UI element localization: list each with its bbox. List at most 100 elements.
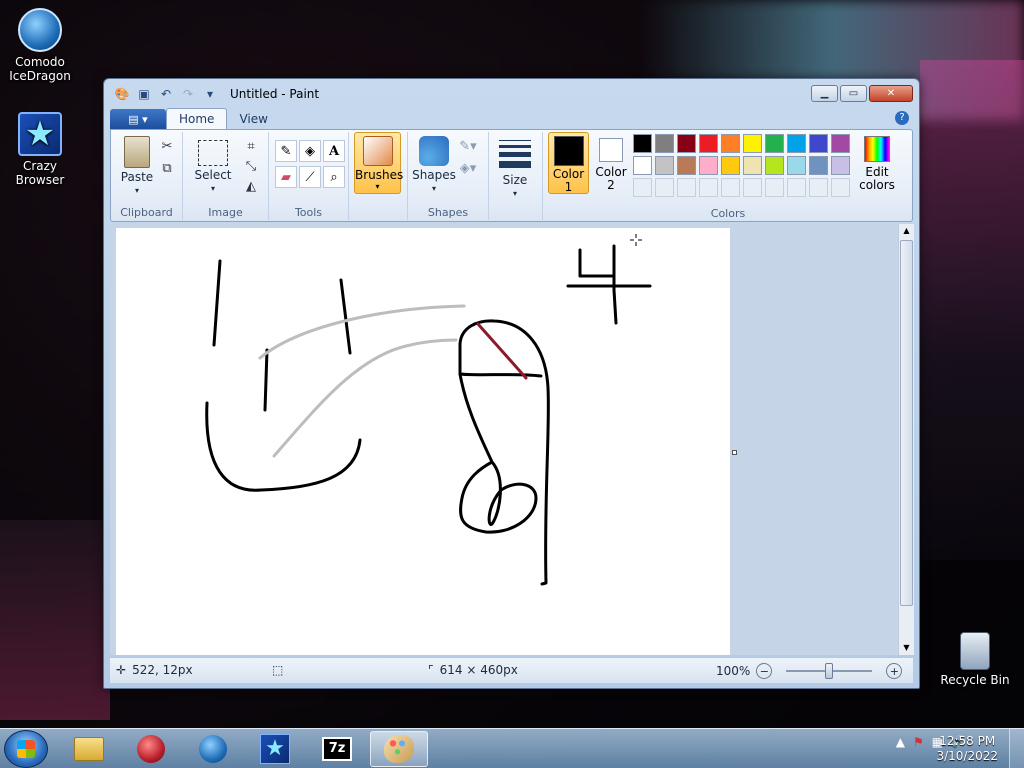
color2-button[interactable]: Color 2 [591,132,631,194]
cut-icon[interactable]: ✂ [157,136,177,156]
status-bar: ✛ 522, 12px ⬚ ⌜ 614 × 460px 100% − + [110,657,913,683]
action-center-icon[interactable]: ⚑ [913,735,924,749]
zoom-in-button[interactable]: + [886,663,903,679]
palette-color-swatch[interactable] [699,156,718,175]
custom-color-slot[interactable] [787,178,806,197]
taskbar-explorer[interactable] [60,731,118,767]
clock[interactable]: 12:58 PM 3/10/2022 [936,734,998,764]
stroke [263,348,269,412]
custom-color-slot[interactable] [699,178,718,197]
palette-color-swatch[interactable] [809,156,828,175]
palette-color-swatch[interactable] [743,134,762,153]
rotate-icon[interactable]: ◭ [241,176,261,196]
custom-color-slot[interactable] [743,178,762,197]
crop-icon[interactable]: ⌗ [241,136,261,156]
custom-color-slot[interactable] [677,178,696,197]
palette-color-swatch[interactable] [831,156,850,175]
zoom-slider-thumb[interactable] [825,663,834,679]
size-button[interactable]: Size ▾ [495,138,535,200]
desktop-icon-crazy-browser[interactable]: ★ Crazy Browser [0,112,80,187]
custom-color-slot[interactable] [831,178,850,197]
cursor-position-icon: ✛ [116,663,127,677]
custom-color-slot[interactable] [721,178,740,197]
zoom-slider[interactable] [786,663,873,679]
custom-color-slot[interactable] [809,178,828,197]
show-desktop-button[interactable] [1009,729,1024,768]
palette-color-swatch[interactable] [787,156,806,175]
scroll-thumb[interactable] [900,240,913,606]
brush-icon [362,136,393,166]
resize-icon[interactable]: ⤡ [241,156,261,176]
fill-icon[interactable]: ◈ [299,140,321,162]
select-button[interactable]: Select ▾ [191,136,235,195]
stroke [578,248,614,278]
redo-icon[interactable]: ↷ [180,86,196,102]
canvas-size-icon: ⌜ [428,663,434,677]
palette-color-swatch[interactable] [765,134,784,153]
zoom-level: 100% [716,664,751,678]
crazy-browser-icon: ★ [260,734,290,764]
scroll-up-arrow[interactable]: ▲ [899,224,914,238]
palette-color-swatch[interactable] [677,134,696,153]
custom-color-slot[interactable] [765,178,784,197]
palette-color-swatch[interactable] [743,156,762,175]
tab-view[interactable]: View [227,109,279,129]
title-bar[interactable]: 🎨 ▣ ↶ ↷ ▾ Untitled - Paint ▁ ▭ ✕ [104,79,919,109]
taskbar-icedragon[interactable] [122,731,180,767]
taskbar: ★ 7z ▲ ⚑ ▦ 🔊 12:58 PM 3/10/2022 [0,728,1024,768]
taskbar-paint[interactable] [370,731,428,767]
palette-color-swatch[interactable] [765,156,784,175]
undo-icon[interactable]: ↶ [158,86,174,102]
shapes-button[interactable]: Shapes ▾ [412,136,456,195]
palette-color-swatch[interactable] [809,134,828,153]
outline-icon[interactable]: ✎▾ [458,136,478,156]
close-button[interactable]: ✕ [869,85,913,102]
eraser-icon[interactable]: ▰ [275,166,297,188]
palette-color-swatch[interactable] [655,134,674,153]
palette-color-swatch[interactable] [721,156,740,175]
drawing-canvas[interactable] [116,228,730,655]
palette-color-swatch[interactable] [633,134,652,153]
vertical-scrollbar[interactable]: ▲ ▼ [898,224,914,655]
zoom-out-button[interactable]: − [756,663,773,679]
palette-color-swatch[interactable] [721,134,740,153]
custom-color-slot[interactable] [655,178,674,197]
scroll-down-arrow[interactable]: ▼ [899,641,914,655]
paint-app-icon[interactable]: 🎨 [114,86,130,102]
canvas-resize-handle[interactable] [732,450,737,455]
palette-color-swatch[interactable] [633,156,652,175]
magnifier-icon[interactable]: ⌕ [323,166,345,188]
desktop-icon-icedragon[interactable]: Comodo IceDragon [0,8,80,83]
palette-color-swatch[interactable] [677,156,696,175]
copy-icon[interactable]: ⧉ [157,158,177,178]
palette-color-swatch[interactable] [699,134,718,153]
show-hidden-icons-icon[interactable]: ▲ [896,735,905,749]
paint-menu-button[interactable]: ▤ ▾ [110,109,166,129]
rainbow-icon [864,136,890,162]
help-icon[interactable]: ? [895,111,909,125]
fill-shape-icon[interactable]: ◈▾ [458,158,478,178]
paint-icon [384,735,414,763]
tab-home[interactable]: Home [166,108,228,129]
colors-group-label: Colors [710,207,746,220]
customize-qat-icon[interactable]: ▾ [202,86,218,102]
minimize-button[interactable]: ▁ [811,85,838,102]
paste-button[interactable]: Paste ▾ [117,136,157,197]
custom-color-slot[interactable] [633,178,652,197]
taskbar-crazy-browser[interactable]: ★ [246,731,304,767]
start-button[interactable] [4,730,48,768]
desktop-icon-recycle-bin[interactable]: Recycle Bin [935,632,1015,687]
palette-color-swatch[interactable] [787,134,806,153]
palette-color-swatch[interactable] [831,134,850,153]
brushes-button[interactable]: Brushes ▾ [354,132,403,194]
pencil-icon[interactable]: ✎ [275,140,297,162]
color-picker-icon[interactable]: ⟋ [299,166,321,188]
color1-button[interactable]: Color 1 [548,132,589,194]
taskbar-icedragon-blue[interactable] [184,731,242,767]
maximize-button[interactable]: ▭ [840,85,867,102]
edit-colors-button[interactable]: Edit colors [855,132,899,194]
text-icon[interactable]: A [323,140,345,162]
taskbar-7zip[interactable]: 7z [308,731,366,767]
save-icon[interactable]: ▣ [136,86,152,102]
palette-color-swatch[interactable] [655,156,674,175]
